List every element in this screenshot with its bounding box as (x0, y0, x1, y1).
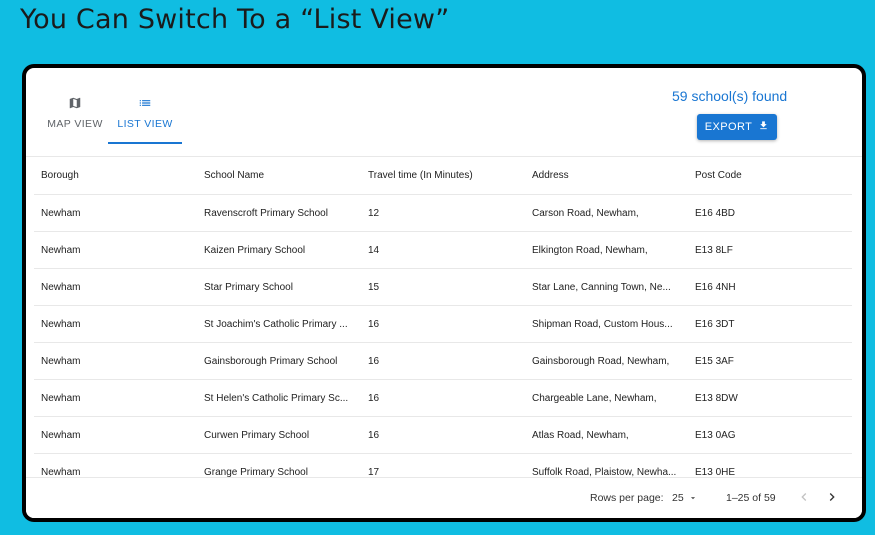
cell-school-name: Star Primary School (197, 268, 361, 306)
cell-school-name: St Helen's Catholic Primary Sc... (197, 379, 361, 417)
download-icon (758, 120, 769, 134)
table-row[interactable]: Newham St Joachim's Catholic Primary ...… (34, 305, 852, 343)
cell-post-code: E16 3DT (688, 305, 852, 343)
table-row[interactable]: Newham St Helen's Catholic Primary Sc...… (34, 379, 852, 417)
cell-post-code: E15 3AF (688, 342, 852, 380)
cell-school-name: St Joachim's Catholic Primary ... (197, 305, 361, 343)
tab-list-view[interactable]: LIST VIEW (108, 96, 182, 144)
cell-school-name: Curwen Primary School (197, 416, 361, 454)
map-icon (38, 96, 112, 112)
header-travel-time[interactable]: Travel time (In Minutes) (361, 156, 525, 195)
header-borough[interactable]: Borough (34, 156, 197, 195)
cell-post-code: E13 8DW (688, 379, 852, 417)
chevron-right-icon (824, 493, 840, 509)
cell-borough: Newham (34, 305, 197, 343)
cell-post-code: E13 0AG (688, 416, 852, 454)
header-school-name[interactable]: School Name (197, 156, 361, 195)
cell-address: Chargeable Lane, Newham, (525, 379, 688, 417)
previous-page-button[interactable] (796, 488, 812, 509)
schools-table: Borough School Name Travel time (In Minu… (34, 156, 852, 491)
tab-map-view-label: MAP VIEW (47, 118, 103, 130)
cell-post-code: E16 4BD (688, 194, 852, 232)
table-header-row: Borough School Name Travel time (In Minu… (34, 156, 852, 195)
cell-post-code: E16 4NH (688, 268, 852, 306)
slide-title: You Can Switch To a “List View” (20, 4, 450, 35)
cell-borough: Newham (34, 268, 197, 306)
results-count: 59 school(s) found (672, 88, 788, 104)
table-row[interactable]: Newham Gainsborough Primary School 16 Ga… (34, 342, 852, 380)
cell-borough: Newham (34, 194, 197, 232)
cell-travel-time: 16 (361, 305, 525, 343)
cell-address: Atlas Road, Newham, (525, 416, 688, 454)
cell-travel-time: 16 (361, 416, 525, 454)
export-button[interactable]: EXPORT (697, 114, 777, 140)
cell-borough: Newham (34, 416, 197, 454)
table-row[interactable]: Newham Curwen Primary School 16 Atlas Ro… (34, 416, 852, 454)
cell-travel-time: 15 (361, 268, 525, 306)
rows-per-page-value: 25 (672, 492, 684, 504)
cell-school-name: Ravenscroft Primary School (197, 194, 361, 232)
table-row[interactable]: Newham Ravenscroft Primary School 12 Car… (34, 194, 852, 232)
cell-borough: Newham (34, 379, 197, 417)
rows-per-page-label: Rows per page: (590, 492, 664, 504)
screenshot-frame: MAP VIEW LIST VIEW 59 school(s) found EX… (22, 64, 866, 522)
caret-down-icon (687, 492, 699, 504)
cell-address: Elkington Road, Newham, (525, 231, 688, 269)
rows-per-page-select[interactable]: 25 (672, 492, 699, 504)
list-icon (108, 96, 182, 112)
table-row[interactable]: Newham Star Primary School 15 Star Lane,… (34, 268, 852, 306)
cell-address: Carson Road, Newham, (525, 194, 688, 232)
tab-list-view-label: LIST VIEW (117, 118, 173, 130)
cell-school-name: Gainsborough Primary School (197, 342, 361, 380)
cell-travel-time: 12 (361, 194, 525, 232)
tab-map-view[interactable]: MAP VIEW (38, 96, 112, 144)
next-page-button[interactable] (824, 488, 840, 509)
cell-borough: Newham (34, 342, 197, 380)
table-pagination: Rows per page: 25 1–25 of 59 (26, 477, 862, 518)
cell-travel-time: 14 (361, 231, 525, 269)
cell-address: Shipman Road, Custom Hous... (525, 305, 688, 343)
cell-address: Star Lane, Canning Town, Ne... (525, 268, 688, 306)
cell-travel-time: 16 (361, 342, 525, 380)
cell-school-name: Kaizen Primary School (197, 231, 361, 269)
table-row[interactable]: Newham Kaizen Primary School 14 Elkingto… (34, 231, 852, 269)
header-address[interactable]: Address (525, 156, 688, 195)
active-tab-indicator (108, 142, 182, 144)
cell-address: Gainsborough Road, Newham, (525, 342, 688, 380)
cell-travel-time: 16 (361, 379, 525, 417)
pagination-range: 1–25 of 59 (726, 492, 776, 504)
chevron-left-icon (796, 493, 812, 509)
results-card: MAP VIEW LIST VIEW 59 school(s) found EX… (26, 68, 862, 518)
header-post-code[interactable]: Post Code (688, 156, 852, 195)
results-toolbar: MAP VIEW LIST VIEW 59 school(s) found EX… (26, 68, 862, 157)
cell-borough: Newham (34, 231, 197, 269)
export-button-label: EXPORT (704, 121, 753, 133)
cell-post-code: E13 8LF (688, 231, 852, 269)
